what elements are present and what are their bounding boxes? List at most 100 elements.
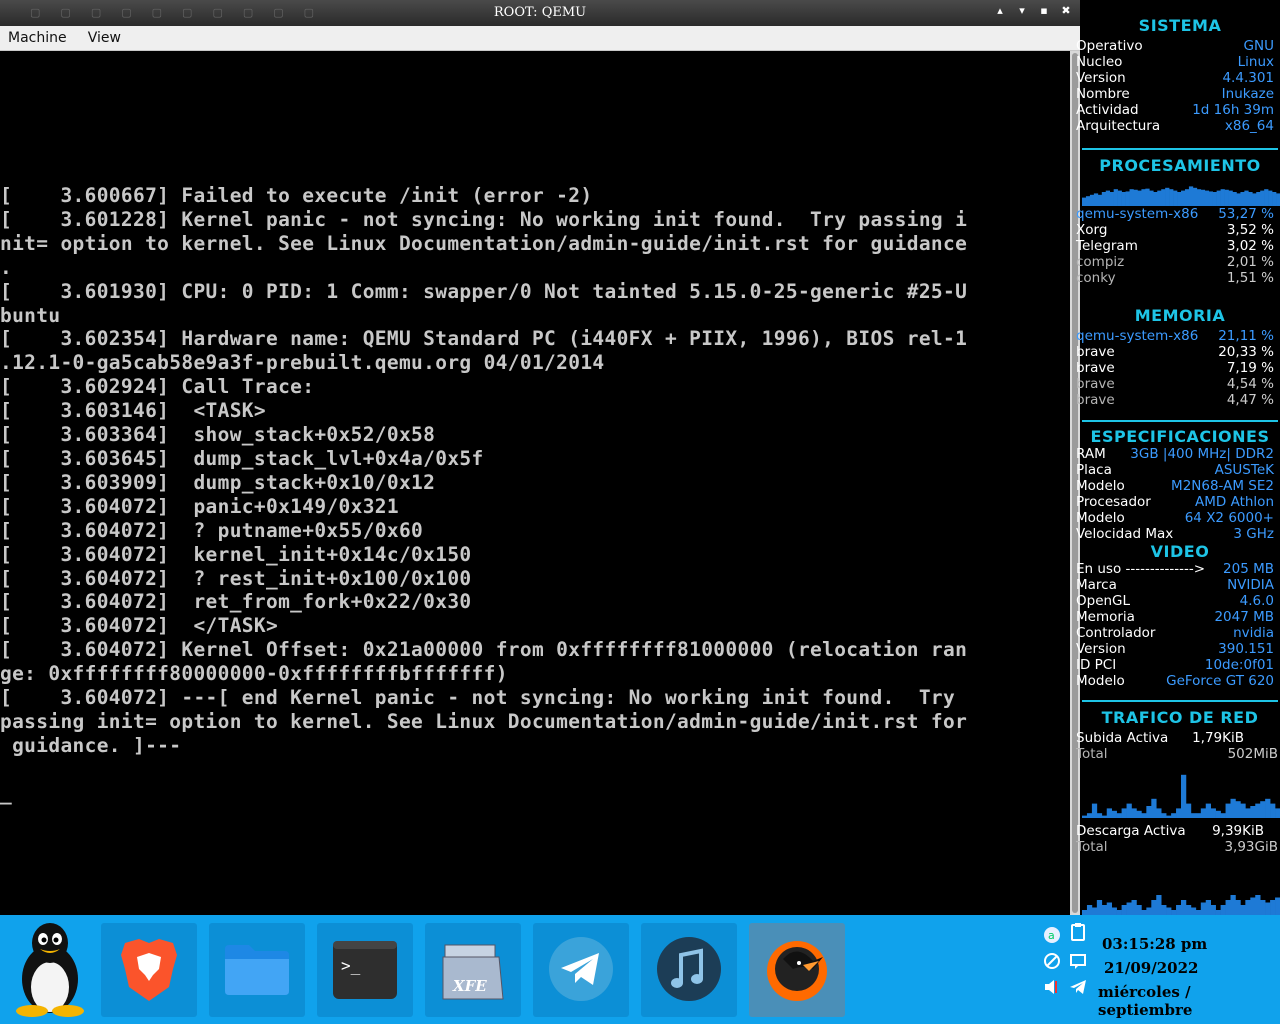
video-row: ID PCI 10de:0f01 [1076,657,1274,673]
graph-bar [1216,190,1221,206]
sistema-value: GNU [1243,38,1274,54]
especificaciones-row: Modelo M2N68-AM SE2 [1076,478,1274,494]
graph-bar [1131,900,1137,915]
especificaciones-row: Modelo 64 X2 6000+ [1076,510,1274,526]
graph-bar [1184,189,1190,206]
qemu-button[interactable] [749,923,845,1017]
graph-bar [1136,905,1142,915]
console-line: [ 3.603645] dump_stack_lvl+0x4a/0x5f [0,446,484,470]
video-label: En uso --------------> [1076,561,1206,577]
graph-bar [1181,190,1186,206]
console-line: [ 3.602924] Call Trace: [0,375,315,399]
especificaciones-row: Velocidad Max 3 GHz [1076,526,1274,542]
graph-bar [1096,900,1103,915]
procesamiento-row: Xorg 3,52 % [1076,222,1274,238]
menu-machine[interactable]: Machine [0,26,75,50]
graph-bar [1101,815,1108,818]
graph-bar [1250,897,1256,915]
console-line: [ 3.602354] Hardware name: QEMU Standard… [0,327,968,351]
graph-bar [1166,907,1172,915]
memoria-row: brave 4,54 % [1076,376,1274,392]
console-line: nit= option to kernel. See Linux Documen… [0,231,968,255]
graph-bar [1205,900,1211,915]
section-video: VIDEO [1150,542,1210,561]
graph-bar [1268,190,1273,206]
procesamiento-value: 53,27 % [1218,206,1274,222]
especificaciones-row: RAM 3GB |400 MHz| DDR2 [1076,446,1274,462]
procesamiento-label: Xorg [1076,222,1108,238]
graph-bar [1265,902,1271,915]
telegram-button[interactable] [533,923,629,1017]
window-titlebar[interactable]: ▢ ▢ ▢ ▢ ▢ ▢ ▢ ▢ ▢ ▢ ROOT: QEMU ▴ ▾ ▪ ✖ [0,0,1080,26]
file-manager-button[interactable] [209,923,305,1017]
graph-bar [1141,813,1147,818]
video-value: nvidia [1233,625,1274,641]
especificaciones-label: RAM [1076,446,1106,462]
console-line: [ 3.604072] ---[ end Kernel panic - not … [0,686,968,710]
graph-bar [1176,905,1182,915]
graph-bar [1106,902,1112,915]
maximize-icon[interactable]: ▪ [1038,4,1050,17]
graph-bar [1245,900,1251,915]
music-player-button[interactable] [641,923,737,1017]
do-not-disturb-icon[interactable] [1042,951,1062,971]
sistema-row: Actividad 1d 16h 39m [1076,102,1274,118]
graph-bar [1250,806,1256,818]
memoria-value: 4,47 % [1226,392,1274,408]
qemu-window: ▢ ▢ ▢ ▢ ▢ ▢ ▢ ▢ ▢ ▢ ROOT: QEMU ▴ ▾ ▪ ✖ Machine Vi… [0,0,1080,915]
memoria-label: qemu-system-x86 [1076,328,1199,344]
telegram-icon [549,937,613,1001]
clipboard-icon[interactable] [1068,922,1088,942]
graph-bar [1161,813,1167,818]
linux-menu-icon[interactable] [8,919,92,1019]
procesamiento-row: conky 1,51 % [1076,270,1274,286]
close-icon[interactable]: ✖ [1060,4,1072,17]
window-controls: ▴ ▾ ▪ ✖ [994,4,1072,17]
especificaciones-value: AMD Athlon [1195,494,1274,510]
brave-browser-icon [121,939,177,1001]
upload-total-label: Total [1076,746,1108,762]
menu-view[interactable]: View [80,26,129,50]
graph-bar [1091,907,1098,915]
divider [1082,148,1278,150]
terminal-button[interactable]: >_ [317,923,413,1017]
shade-down-icon[interactable]: ▾ [1016,4,1028,17]
graph-bar [1192,187,1198,206]
graph-bar [1188,186,1194,206]
graph-bar [1136,810,1142,818]
upload-row: Subida Activa 1,79KiB [1076,730,1274,746]
telegram-tray-icon[interactable] [1068,977,1088,997]
procesamiento-value: 3,02 % [1226,238,1274,254]
graph-bar [1204,190,1210,206]
upload-graph [1082,774,1280,818]
graph-bar [1165,187,1170,206]
notifications-icon[interactable] [1068,951,1088,971]
vm-console[interactable]: [ 3.600667] Failed to execute /init (err… [0,51,1070,915]
video-label: Modelo [1076,673,1125,689]
video-row: Version 390.151 [1076,641,1274,657]
accessibility-icon[interactable]: a [1042,925,1062,945]
console-line: [ 3.604072] ? putname+0x55/0x60 [0,518,424,542]
graph-bar [1111,810,1117,818]
graph-bar [1109,192,1114,206]
sistema-value: Linux [1237,54,1274,70]
shade-up-icon[interactable]: ▴ [994,4,1006,17]
procesamiento-label: Telegram [1076,238,1138,254]
clock[interactable]: 03:15:28 pm 21/09/2022 miércoles / septi… [1098,935,1280,1019]
brave-browser-button[interactable] [101,923,197,1017]
console-line: [ 3.604072] panic+0x149/0x321 [0,494,399,518]
especificaciones-value: ASUSTeK [1214,462,1274,478]
graph-bar [1228,190,1233,206]
graph-bar [1236,193,1241,206]
especificaciones-label: Placa [1076,462,1112,478]
graph-bar [1101,192,1107,206]
graph-bar [1224,189,1229,206]
xfe-button[interactable]: XFE [425,923,521,1017]
divider [1082,420,1278,422]
graph-bar [1185,803,1192,818]
graph-bar [1240,192,1245,206]
graph-bar [1270,900,1276,915]
upload-value: 1,79KiB [1192,730,1244,746]
graph-bar [1276,193,1280,206]
volume-muted-icon[interactable] [1042,977,1062,997]
